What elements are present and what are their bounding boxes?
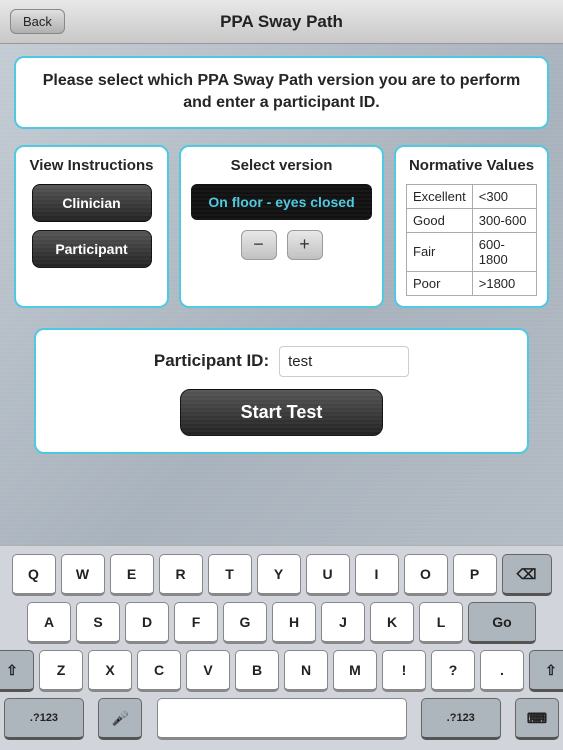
- normative-values-title: Normative Values: [406, 157, 537, 174]
- norm-value: >1800: [472, 271, 536, 295]
- key-go[interactable]: Go: [468, 602, 536, 644]
- instruction-banner: Please select which PPA Sway Path versio…: [14, 56, 549, 129]
- key-m[interactable]: M: [333, 650, 377, 692]
- panels-row: View Instructions Clinician Participant …: [14, 145, 549, 308]
- key-period[interactable]: .: [480, 650, 524, 692]
- view-instructions-title: View Instructions: [30, 157, 154, 174]
- key-delete[interactable]: ⌫: [502, 554, 552, 596]
- increment-button[interactable]: +: [287, 230, 323, 260]
- key-f[interactable]: F: [174, 602, 218, 644]
- key-i[interactable]: I: [355, 554, 399, 596]
- key-space[interactable]: [157, 698, 407, 740]
- key-shift-right[interactable]: ⇧: [529, 650, 563, 692]
- back-button[interactable]: Back: [10, 9, 65, 34]
- key-g[interactable]: G: [223, 602, 267, 644]
- key-l[interactable]: L: [419, 602, 463, 644]
- key-a[interactable]: A: [27, 602, 71, 644]
- key-numbers-right[interactable]: .?123: [421, 698, 501, 740]
- key-exclaim[interactable]: !: [382, 650, 426, 692]
- clinician-button[interactable]: Clinician: [32, 184, 152, 222]
- participant-button[interactable]: Participant: [32, 230, 152, 268]
- key-t[interactable]: T: [208, 554, 252, 596]
- norm-value: 600-1800: [472, 232, 536, 271]
- key-p[interactable]: P: [453, 554, 497, 596]
- key-b[interactable]: B: [235, 650, 279, 692]
- participant-area: Participant ID: Start Test: [34, 328, 529, 454]
- key-y[interactable]: Y: [257, 554, 301, 596]
- key-o[interactable]: O: [404, 554, 448, 596]
- key-r[interactable]: R: [159, 554, 203, 596]
- key-question[interactable]: ?: [431, 650, 475, 692]
- key-e[interactable]: E: [110, 554, 154, 596]
- key-z[interactable]: Z: [39, 650, 83, 692]
- top-bar: Back PPA Sway Path: [0, 0, 563, 44]
- keyboard-row-bottom: .?123 🎤 .?123 ⌨: [4, 698, 559, 740]
- norm-value: 300-600: [472, 208, 536, 232]
- norm-label: Good: [407, 208, 473, 232]
- decrement-button[interactable]: −: [241, 230, 277, 260]
- start-test-button[interactable]: Start Test: [180, 389, 384, 436]
- participant-id-input[interactable]: [279, 346, 409, 377]
- key-shift-left[interactable]: ⇧: [0, 650, 34, 692]
- version-display: On floor - eyes closed: [191, 184, 372, 220]
- participant-row: Participant ID:: [154, 346, 409, 377]
- key-n[interactable]: N: [284, 650, 328, 692]
- select-version-panel: Select version On floor - eyes closed − …: [179, 145, 384, 308]
- key-u[interactable]: U: [306, 554, 350, 596]
- normative-table: Excellent<300Good300-600Fair600-1800Poor…: [406, 184, 537, 296]
- participant-id-label: Participant ID:: [154, 351, 269, 371]
- key-q[interactable]: Q: [12, 554, 56, 596]
- key-keyboard[interactable]: ⌨: [515, 698, 559, 740]
- instruction-text: Please select which PPA Sway Path versio…: [36, 70, 527, 115]
- norm-value: <300: [472, 184, 536, 208]
- select-version-title: Select version: [231, 157, 333, 174]
- key-h[interactable]: H: [272, 602, 316, 644]
- norm-label: Fair: [407, 232, 473, 271]
- key-x[interactable]: X: [88, 650, 132, 692]
- stepper-row: − +: [241, 230, 323, 260]
- key-mic[interactable]: 🎤: [98, 698, 142, 740]
- key-d[interactable]: D: [125, 602, 169, 644]
- page-title: PPA Sway Path: [220, 12, 343, 32]
- key-k[interactable]: K: [370, 602, 414, 644]
- keyboard-row-2: A S D F G H J K L Go: [4, 602, 559, 644]
- key-c[interactable]: C: [137, 650, 181, 692]
- key-numbers-left[interactable]: .?123: [4, 698, 84, 740]
- key-v[interactable]: V: [186, 650, 230, 692]
- view-instructions-panel: View Instructions Clinician Participant: [14, 145, 169, 308]
- key-w[interactable]: W: [61, 554, 105, 596]
- normative-values-panel: Normative Values Excellent<300Good300-60…: [394, 145, 549, 308]
- norm-label: Excellent: [407, 184, 473, 208]
- keyboard-row-1: Q W E R T Y U I O P ⌫: [4, 554, 559, 596]
- keyboard-row-3: ⇧ Z X C V B N M ! ? . ⇧: [4, 650, 559, 692]
- main-content: Please select which PPA Sway Path versio…: [0, 44, 563, 466]
- key-s[interactable]: S: [76, 602, 120, 644]
- keyboard: Q W E R T Y U I O P ⌫ A S D F G H J K L …: [0, 545, 563, 750]
- key-j[interactable]: J: [321, 602, 365, 644]
- norm-label: Poor: [407, 271, 473, 295]
